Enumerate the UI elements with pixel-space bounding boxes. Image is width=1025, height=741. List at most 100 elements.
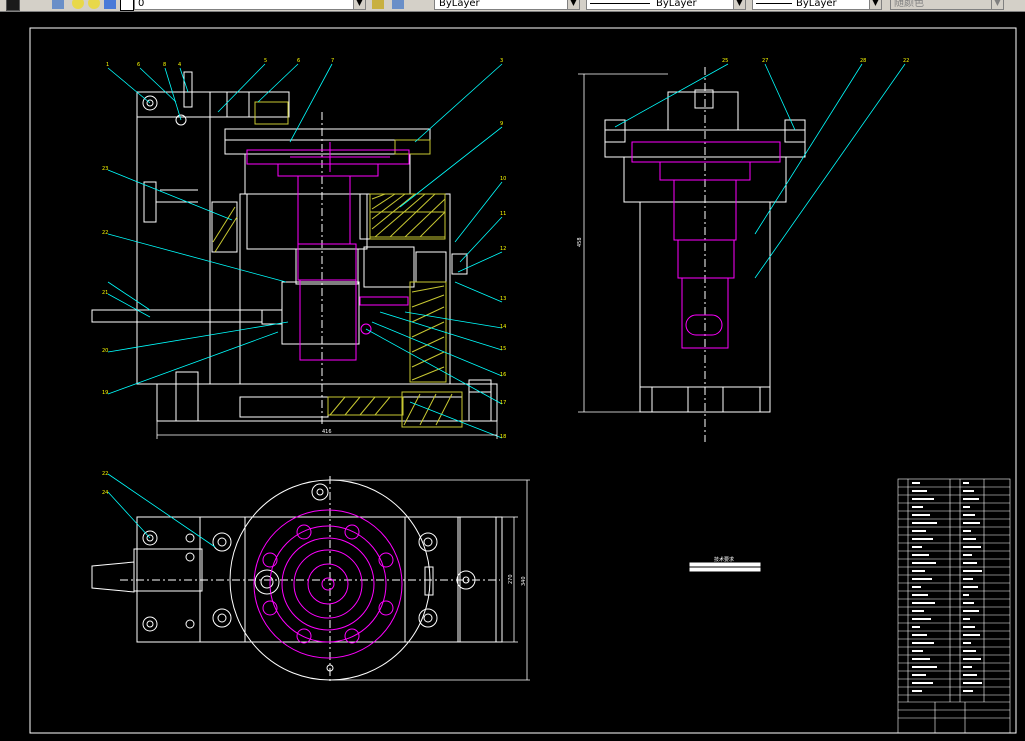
svg-text:16: 16 [500,372,506,378]
parts-list-cell-text [963,578,973,580]
lineweight-sample [756,2,792,4]
top-view-leaders [107,473,216,548]
layer-manager-icon[interactable] [6,0,20,11]
svg-text:1: 1 [106,62,109,68]
side-view-balloons: 25 27 28 22 [722,58,909,64]
parts-list-cell-text [912,586,921,588]
layer-dropdown[interactable]: 0 ▼ [134,0,366,10]
technical-requirements-lines [689,562,761,572]
parts-list-cell-text [963,522,980,524]
sun-icon[interactable] [88,0,100,9]
chevron-down-icon: ▼ [991,0,1003,9]
parts-list-cell-text [912,674,926,676]
parts-list-cell-text [912,578,932,580]
svg-text:23: 23 [102,166,108,172]
parts-list-cell-text [963,594,969,596]
side-dimension [578,73,668,413]
top-view-balloons: 22 24 [102,471,108,496]
parts-list-cell-text [912,634,927,636]
parts-list-cell-text [912,570,925,572]
parts-list-cell-text [963,530,971,532]
top-height-dimension-outer: 340 [521,576,527,586]
svg-text:11: 11 [500,211,506,217]
lightbulb-icon[interactable] [72,0,84,9]
parts-list-cell-text [963,498,979,500]
parts-list-cell-text [912,610,924,612]
parts-list-cell-text [963,690,973,692]
parts-list-cell-text [963,650,976,652]
parts-list-cell-text [912,514,930,516]
svg-text:3: 3 [500,58,503,64]
parts-list-cell-text [912,602,935,604]
top-view [91,476,503,684]
parts-list-cell-text [963,586,978,588]
parts-list-cell-text [912,642,934,644]
base-bolt-left [175,371,199,385]
parts-list-cell-text [912,594,928,596]
linetype-sample [590,2,650,4]
linetype-dropdown[interactable]: ByLayer ▼ [586,0,746,10]
lineweight-dropdown[interactable]: ByLayer ▼ [752,0,882,10]
layer-state-icon[interactable] [52,0,64,9]
svg-text:7: 7 [331,58,334,64]
svg-text:17: 17 [500,400,506,406]
parts-list-cell-text [963,602,974,604]
svg-text:20: 20 [102,348,108,354]
svg-text:4: 4 [178,62,181,68]
parts-list-cell-text [963,506,970,508]
parts-list-cell-text [912,650,923,652]
make-current-layer-icon[interactable] [372,0,384,9]
svg-text:22: 22 [102,471,108,477]
front-view-hatch [212,101,463,428]
parts-list-cell-text [912,666,937,668]
base-bolt-right [468,379,492,393]
parts-list-cell-text [912,498,934,500]
svg-text:14: 14 [500,324,506,330]
cad-drawing: 168 45 6 7 39 101112 131415 161718 232221 … [29,27,1017,734]
parts-list-cell-text [912,682,933,684]
parts-list-cell-text [912,482,920,484]
top-plate [224,128,431,141]
parts-list-cell-text [963,658,981,660]
color-dropdown[interactable]: ByLayer ▼ [434,0,580,10]
svg-text:21: 21 [102,290,108,296]
layer-previous-icon[interactable] [392,0,404,9]
svg-text:6: 6 [297,58,300,64]
parts-list-cell-text [912,618,931,620]
parts-list-cell-text [912,562,936,564]
side-view-leaders [614,63,906,279]
svg-text:12: 12 [500,246,506,252]
parts-list-cell-text [912,626,920,628]
color-swatch-icon[interactable] [120,0,134,11]
svg-text:6: 6 [137,62,140,68]
parts-list-cell-text [963,490,974,492]
parts-list-cell-text [963,482,969,484]
svg-text:22: 22 [903,58,909,64]
svg-text:9: 9 [500,121,503,127]
side-view [604,67,806,442]
svg-text:25: 25 [722,58,728,64]
drawing-canvas[interactable]: 168 456 739 10 11 12 13 14 15 16 17 18 23 22 21 … [0,12,1025,737]
lock-icon[interactable] [104,0,116,9]
parts-list-cell-text [912,506,923,508]
side-view-workpiece [631,141,781,349]
properties-toolbar: 0 ▼ ByLayer ▼ ByLayer ▼ ByLayer ▼ 随颜色 ▼ [0,0,1025,12]
chevron-down-icon: ▼ [869,0,881,9]
plot-style-dropdown[interactable]: 随颜色 ▼ [890,0,1004,10]
parts-list-cell-text [912,554,929,556]
svg-text:13: 13 [500,296,506,302]
front-width-dimension: 416 [322,429,332,435]
parts-list-cell-text [963,618,970,620]
parts-list-cell-text [963,674,977,676]
parts-list-cell-text [912,490,927,492]
parts-list-cell-text [963,682,982,684]
base-plate [156,383,498,422]
parts-list-cell-text [963,626,975,628]
parts-list-cell-text [963,554,972,556]
svg-text:5: 5 [264,58,267,64]
svg-text:15: 15 [500,346,506,352]
parts-list-cell-text [912,530,926,532]
top-view-workpiece [253,509,403,659]
parts-list-cell-text [912,546,922,548]
chevron-down-icon: ▼ [733,0,745,9]
